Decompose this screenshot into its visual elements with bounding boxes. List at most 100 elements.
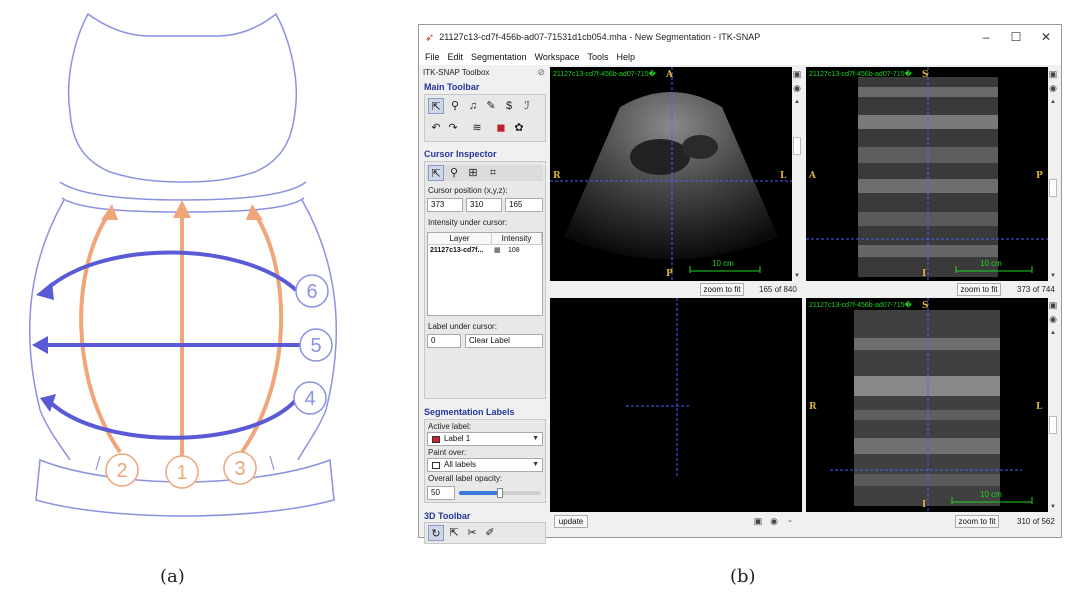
3d-rotate-icon[interactable]: ↻ — [428, 525, 444, 541]
coronal-orient-bottom: I — [922, 500, 927, 510]
3d-crosshair — [626, 298, 690, 478]
3d-spray-icon[interactable]: ✐ — [482, 525, 498, 541]
sweep-3-arrowhead — [246, 204, 263, 220]
inspector-zoom-icon[interactable]: ⚲ — [446, 165, 462, 181]
chevron-down-icon: ▼ — [532, 435, 539, 442]
paint-over-label: Paint over: — [428, 448, 467, 457]
cursor-x-field[interactable]: 373 — [427, 198, 463, 212]
axial-scroll-thumb[interactable] — [793, 137, 801, 155]
coronal-layout-icon[interactable]: ▣ — [1048, 300, 1058, 310]
intensity-table: Layer Intensity 21127c13-cd7f... ▦ 108 — [427, 232, 543, 316]
toolbox-close-icon[interactable]: ⊘ — [537, 67, 545, 78]
annotation-tool-icon[interactable]: ℐ — [519, 98, 535, 114]
coronal-orient-top: S — [922, 301, 929, 311]
axial-camera-icon[interactable]: ◉ — [792, 83, 802, 93]
snake-tool-icon[interactable]: $ — [501, 98, 517, 114]
opacity-label: Overall label opacity: — [428, 474, 503, 483]
minimize-button[interactable]: – — [971, 28, 1001, 46]
opacity-slider-handle[interactable] — [497, 488, 503, 498]
axial-scroll-up-icon[interactable]: ▲ — [792, 97, 802, 107]
sagittal-scroll-up-icon[interactable]: ▲ — [1048, 97, 1058, 107]
3d-pointer-icon[interactable]: ⇱ — [446, 525, 462, 541]
marker-number-4: 4 — [304, 388, 315, 410]
axial-scrollbar[interactable]: ▣ ◉ ▲ ▼ — [792, 67, 802, 281]
coronal-view[interactable]: 21127c13-cd7f-456b-ad07-715� S I R L 10 … — [806, 298, 1048, 512]
caption-b: (b) — [730, 566, 756, 587]
coronal-camera-icon[interactable]: ◉ — [1048, 314, 1058, 324]
menu-workspace[interactable]: Workspace — [535, 52, 580, 62]
itk-snap-window: ➶ 21127c13-cd7f-456b-ad07-71531d1cb054.m… — [418, 24, 1062, 544]
opacity-field[interactable]: 50 — [427, 486, 455, 500]
color-palette-icon[interactable]: ✿ — [511, 120, 527, 136]
table-row-layer[interactable]: 21127c13-cd7f... — [428, 245, 492, 256]
inspector-stats-icon[interactable]: ⌗ — [485, 165, 501, 181]
coronal-scroll-down-icon[interactable]: ▼ — [1048, 502, 1058, 512]
sagittal-orient-bottom: I — [922, 269, 927, 279]
marker-number-2: 2 — [116, 460, 127, 482]
axial-orient-bottom: P — [666, 269, 673, 279]
inspector-grid-icon[interactable]: ⊞ — [465, 165, 481, 181]
hip-tick-1 — [95, 455, 101, 471]
3d-more-chevron-icon[interactable]: ⌄ — [785, 516, 795, 526]
sagittal-view[interactable]: 21127c13-cd7f-456b-ad07-715� S I A P 10 … — [806, 67, 1048, 281]
marker-3: 3 — [223, 451, 257, 485]
opacity-slider-track[interactable] — [459, 488, 541, 498]
sagittal-scroll-down-icon[interactable]: ▼ — [1048, 271, 1058, 281]
sagittal-scroll-thumb[interactable] — [1049, 179, 1057, 197]
sagittal-scrollbar[interactable]: ▣ ◉ ▲ ▼ — [1048, 67, 1058, 281]
3d-update-button[interactable]: update — [554, 515, 588, 528]
menu-bar: File Edit Segmentation Workspace Tools H… — [419, 49, 1061, 65]
sagittal-layout-icon[interactable]: ▣ — [1048, 69, 1058, 79]
axial-zoom-to-fit-button[interactable]: zoom to fit — [700, 283, 744, 296]
coronal-scroll-thumb[interactable] — [1049, 416, 1057, 434]
cursor-y-field[interactable]: 310 — [466, 198, 502, 212]
menu-segmentation[interactable]: Segmentation — [471, 52, 527, 62]
3d-render-view[interactable] — [550, 298, 802, 512]
3d-layout-icon[interactable]: ▣ — [753, 516, 763, 526]
sagittal-zoom-to-fit-button[interactable]: zoom to fit — [957, 283, 1001, 296]
menu-help[interactable]: Help — [616, 52, 635, 62]
label-under-cursor-label: Label under cursor: — [428, 322, 497, 331]
active-label-value: Label 1 — [444, 434, 471, 443]
coronal-zoom-to-fit-button[interactable]: zoom to fit — [955, 515, 999, 528]
sagittal-camera-icon[interactable]: ◉ — [1048, 83, 1058, 93]
axial-view[interactable]: 21127c13-cd7f-456b-ad07-715� A P R L 10 … — [550, 67, 792, 281]
axial-layer-label: 21127c13-cd7f-456b-ad07-715� — [553, 71, 656, 78]
axial-orient-right: L — [780, 171, 787, 181]
polygon-tool-icon[interactable]: ♫ — [465, 98, 481, 114]
close-window-button[interactable]: ✕ — [1031, 28, 1061, 46]
sweep-diagram-svg: 6 5 4 2 1 3 — [29, 12, 337, 517]
axial-layout-icon[interactable]: ▣ — [792, 69, 802, 79]
main-toolbar-title: Main Toolbar — [424, 82, 480, 92]
marker-number-1: 1 — [176, 462, 187, 484]
cursor-position-label: Cursor position (x,y,z): — [428, 186, 508, 195]
paintbrush-tool-icon[interactable]: ✎ — [483, 98, 499, 114]
paint-over-dropdown[interactable]: All labels ▼ — [427, 458, 543, 472]
sagittal-image — [806, 67, 1048, 281]
pointer-tool-icon[interactable]: ⇱ — [428, 98, 444, 114]
sagittal-orient-left: A — [809, 171, 816, 181]
coronal-scrollbar[interactable]: ▣ ◉ ▲ ▼ — [1048, 298, 1058, 512]
active-label-dropdown[interactable]: Label 1 ▼ — [427, 432, 543, 446]
zoom-tool-icon[interactable]: ⚲ — [447, 98, 463, 114]
menu-file[interactable]: File — [425, 52, 440, 62]
label-editor-icon[interactable]: ◼ — [493, 120, 509, 136]
inspector-pointer-icon[interactable]: ⇱ — [428, 165, 444, 181]
cursor-z-field[interactable]: 165 — [505, 198, 543, 212]
intensity-swatch-icon: ▦ — [494, 247, 501, 254]
coronal-scroll-up-icon[interactable]: ▲ — [1048, 328, 1058, 338]
label-under-cursor-value: 0 — [427, 334, 461, 348]
sweep-2-path — [79, 210, 122, 454]
3d-scalpel-icon[interactable]: ✂ — [464, 525, 480, 541]
axial-scroll-down-icon[interactable]: ▼ — [792, 271, 802, 281]
maximize-button[interactable]: ☐ — [1001, 28, 1031, 46]
intensity-label: Intensity under cursor: — [428, 218, 508, 227]
menu-edit[interactable]: Edit — [448, 52, 464, 62]
3d-camera-icon[interactable]: ◉ — [769, 516, 779, 526]
undo-icon[interactable]: ↶ — [428, 120, 444, 136]
marker-1: 1 — [165, 455, 199, 489]
itk-snap-logo-icon: ➶ — [425, 31, 435, 44]
menu-tools[interactable]: Tools — [587, 52, 608, 62]
redo-icon[interactable]: ↷ — [445, 120, 461, 136]
layers-icon[interactable]: ≋ — [469, 120, 485, 136]
